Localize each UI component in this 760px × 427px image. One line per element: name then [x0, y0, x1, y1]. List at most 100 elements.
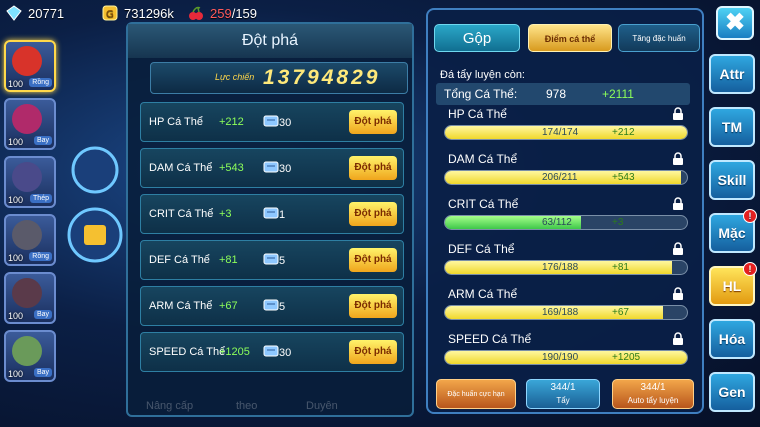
svg-text:G: G — [106, 9, 114, 20]
power-value: 13794829 — [263, 66, 381, 89]
character-level: 100 — [8, 369, 24, 379]
side-tab-label: Skill — [717, 172, 747, 188]
breakthrough-row: ARM Cá Thể +67 5 Đột phá — [140, 286, 404, 326]
side-tab-label: Mặc — [718, 225, 746, 241]
scroll-icon — [263, 160, 279, 174]
close-icon: ✖ — [724, 9, 746, 36]
side-tab-gen[interactable]: Gen — [709, 372, 755, 412]
tab-duyen[interactable]: Duyên — [306, 400, 338, 412]
side-tab-tm[interactable]: TM — [709, 107, 755, 147]
character-type-tag: Bay — [33, 136, 52, 145]
notification-badge-icon: ! — [743, 209, 757, 223]
tab-theo[interactable]: theo — [236, 400, 257, 412]
stat-name: ARM Cá Thể — [448, 287, 518, 301]
lock-icon[interactable] — [672, 152, 684, 166]
breakthrough-button[interactable]: Đột phá — [349, 294, 397, 318]
character-type-tag: Bay — [33, 310, 52, 319]
stat-bonus: +67 — [612, 307, 629, 318]
character-level: 100 — [8, 195, 24, 205]
breakthrough-row: HP Cá Thể +212 30 Đột phá — [140, 102, 404, 142]
close-button[interactable]: ✖ — [716, 6, 754, 40]
character-type-tag: Bay — [33, 368, 52, 377]
stat-value: 63/112 — [542, 217, 572, 228]
stat-name: SPEED Cá Thể — [149, 346, 226, 358]
gold-coin-icon: G — [102, 5, 118, 21]
tab-tang-dac-huan[interactable]: Tăng đặc huấn — [618, 24, 700, 52]
remaining-stones-label: Đá tẩy luyện còn: — [440, 69, 525, 81]
character-portrait — [12, 162, 42, 192]
breakthrough-button[interactable]: Đột phá — [349, 156, 397, 180]
stat-bonus: +212 — [219, 116, 244, 128]
character-type-tag: Rồng — [29, 78, 52, 87]
material-count: 30 — [279, 347, 292, 359]
stat-name: HP Cá Thể — [149, 116, 204, 128]
side-tab-skill[interactable]: Skill — [709, 160, 755, 200]
scroll-icon — [263, 252, 279, 266]
diamond-icon — [6, 5, 22, 21]
combat-power: Lực chiến 13794829 — [150, 62, 408, 94]
lock-icon[interactable] — [672, 287, 684, 301]
stat-name: DEF Cá Thể — [448, 242, 515, 256]
total-value: 978 — [546, 87, 567, 101]
character-level: 100 — [8, 137, 24, 147]
breakthrough-button[interactable]: Đột phá — [349, 110, 397, 134]
extreme-training-button[interactable]: Đặc huấn cực hạn — [436, 379, 516, 409]
character-slot[interactable]: 100 Bay — [4, 98, 56, 150]
breakthrough-button[interactable]: Đột phá — [349, 202, 397, 226]
notification-badge-icon: ! — [743, 262, 757, 276]
character-slot[interactable]: 100 Thép — [4, 156, 56, 208]
lock-icon[interactable] — [672, 107, 684, 121]
side-tab-label: Hóa — [718, 331, 746, 347]
individual-stats-panel: Gộp Điểm cá thể Tăng đặc huấn Đá tẩy luy… — [426, 8, 704, 414]
character-slot[interactable]: 100 Rồng — [4, 40, 56, 92]
total-bonus: +2111 — [602, 87, 634, 101]
breakthrough-row: SPEED Cá Thể +1205 30 Đột phá — [140, 332, 404, 372]
character-slot[interactable]: 100 Bay — [4, 272, 56, 324]
auto-reroll-label: Auto tẩy luyện — [627, 396, 679, 405]
stat-name: HP Cá Thể — [448, 107, 507, 121]
auto-reroll-button[interactable]: 344/1 Auto tẩy luyện — [612, 379, 694, 409]
total-stats: Tổng Cá Thể: 978 +2111 — [436, 83, 690, 105]
panel-title: Đột phá — [128, 24, 412, 58]
breakthrough-row: DEF Cá Thể +81 5 Đột phá — [140, 240, 404, 280]
pet-emblem-decor — [60, 140, 130, 270]
tab-diem-ca-the[interactable]: Điểm cá thể — [528, 24, 612, 52]
character-slot[interactable]: 100 Bay — [4, 330, 56, 382]
stat-name: CRIT Cá Thể — [149, 208, 214, 220]
stat-bonus: +81 — [219, 254, 238, 266]
scroll-icon — [263, 298, 279, 312]
character-slot[interactable]: 100 Rồng — [4, 214, 56, 266]
stat-row: SPEED Cá Thể 190/190 +1205 — [444, 332, 690, 372]
character-list: 100 Rồng 100 Bay 100 Thép 100 Rồng 100 Bay 100 Bay — [0, 40, 60, 400]
side-tab-hóa[interactable]: Hóa — [709, 319, 755, 359]
lock-icon[interactable] — [672, 332, 684, 346]
character-level: 100 — [8, 79, 24, 89]
material-count: 30 — [279, 117, 292, 129]
stat-value: 174/174 — [542, 127, 579, 138]
stat-bonus: +1205 — [612, 352, 641, 363]
side-tab-hl[interactable]: HL! — [709, 262, 757, 306]
breakthrough-button[interactable]: Đột phá — [349, 340, 397, 364]
side-tab-attr[interactable]: Attr — [709, 54, 755, 94]
character-level: 100 — [8, 311, 24, 321]
reroll-count: 344/1 — [550, 382, 576, 393]
scroll-icon — [263, 114, 279, 128]
reroll-label: Tẩy — [556, 396, 570, 405]
gold-counter: G 731296k — [102, 5, 174, 21]
character-type-tag: Rồng — [29, 252, 52, 261]
stat-row: ARM Cá Thể 169/188 +67 — [444, 287, 690, 327]
reroll-button[interactable]: 344/1 Tẩy — [526, 379, 600, 409]
breakthrough-button[interactable]: Đột phá — [349, 248, 397, 272]
scroll-icon — [263, 206, 279, 220]
stat-bonus: +3 — [219, 208, 232, 220]
stat-bonus: +543 — [219, 162, 244, 174]
stat-name: ARM Cá Thể — [149, 300, 213, 312]
scroll-icon — [263, 344, 279, 358]
lock-icon[interactable] — [672, 242, 684, 256]
diamond-counter: 20771 — [6, 5, 64, 21]
tab-nang-cap[interactable]: Nâng cấp — [146, 400, 193, 412]
tab-gop[interactable]: Gộp — [434, 24, 520, 52]
lock-icon[interactable] — [672, 197, 684, 211]
character-level: 100 — [8, 253, 24, 263]
side-tab-mặc[interactable]: Mặc! — [709, 209, 757, 253]
